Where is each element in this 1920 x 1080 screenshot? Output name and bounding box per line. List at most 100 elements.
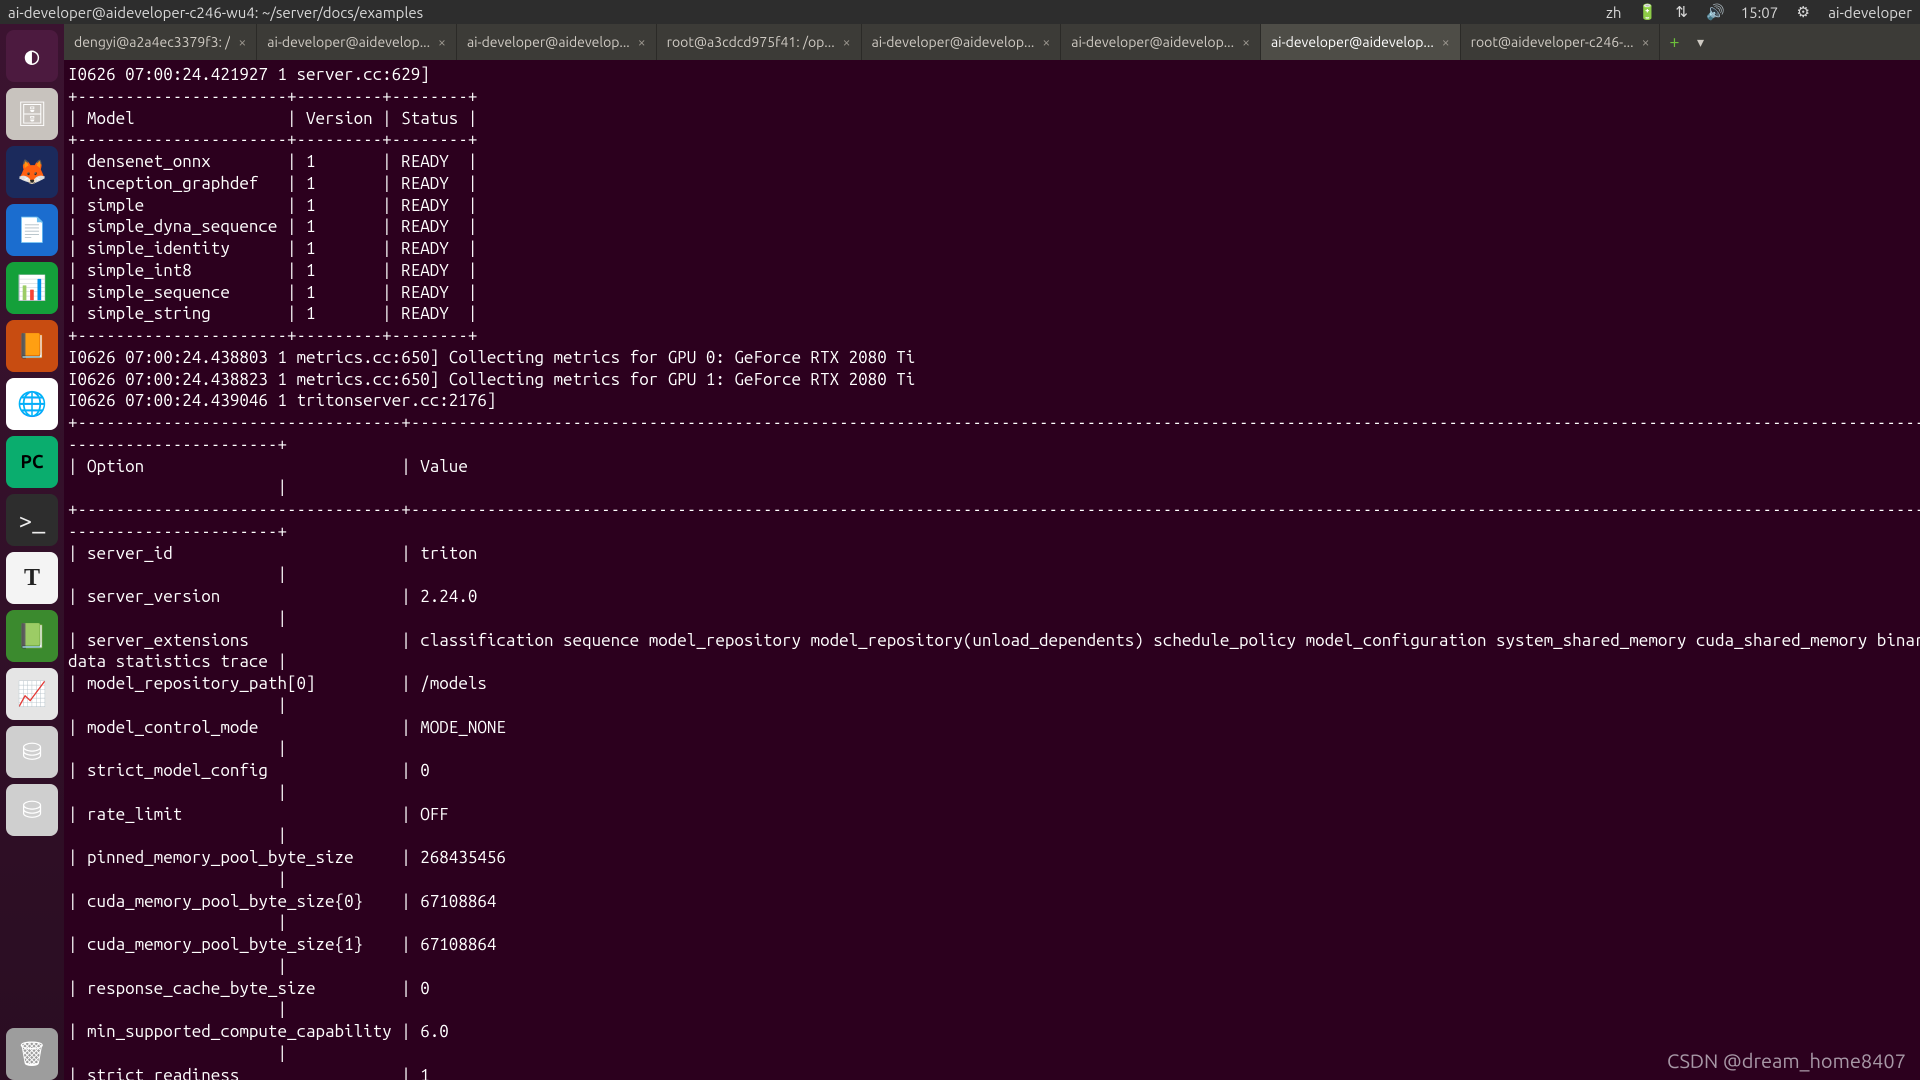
- terminal-line: | inception_graphdef | 1 | READY |: [68, 173, 1916, 195]
- terminal-line: | simple_string | 1 | READY |: [68, 303, 1916, 325]
- terminal-tab-label: ai-developer@aidevelop...: [872, 34, 1035, 50]
- close-icon[interactable]: ×: [638, 34, 646, 50]
- terminal-line: +----------------------------------+----…: [68, 499, 1916, 521]
- launcher-pycharm-icon[interactable]: PC: [6, 436, 58, 488]
- terminal-line: | server_extensions | classification seq…: [68, 630, 1916, 652]
- gear-icon[interactable]: ⚙: [1794, 3, 1812, 21]
- terminal-line: |: [68, 782, 1916, 804]
- launcher-firefox-icon[interactable]: 🦊: [6, 146, 58, 198]
- launcher-book-icon[interactable]: 📗: [6, 610, 58, 662]
- terminal-line: |: [68, 477, 1916, 499]
- terminal-line: |: [68, 912, 1916, 934]
- terminal-line: ----------------------+: [68, 521, 1916, 543]
- terminal-line: | min_supported_compute_capability | 6.0: [68, 1021, 1916, 1043]
- terminal-line: | pinned_memory_pool_byte_size | 2684354…: [68, 847, 1916, 869]
- terminal-line: I0626 07:00:24.438823 1 metrics.cc:650] …: [68, 369, 1916, 391]
- terminal-line: +----------------------+---------+------…: [68, 325, 1916, 347]
- launcher: ◐ 🗄 🦊 📄 📊 📙 🌐 PC >_ T 📗 📈 ⛁ ⛁ 🗑: [0, 24, 64, 1080]
- launcher-terminal-icon[interactable]: >_: [6, 494, 58, 546]
- terminal-line: |: [68, 956, 1916, 978]
- input-method-icon[interactable]: zh: [1605, 3, 1623, 21]
- launcher-writer-icon[interactable]: 📄: [6, 204, 58, 256]
- terminal-line: | server_version | 2.24.0: [68, 586, 1916, 608]
- launcher-disk2-icon[interactable]: ⛁: [6, 784, 58, 836]
- terminal-tab[interactable]: ai-developer@aidevelop... ×: [1061, 24, 1261, 60]
- terminal-line: |: [68, 825, 1916, 847]
- terminal-line: |: [68, 608, 1916, 630]
- terminal-line: I0626 07:00:24.438803 1 metrics.cc:650] …: [68, 347, 1916, 369]
- terminal-line: |: [68, 999, 1916, 1021]
- terminal-line: | model_repository_path[0] | /models: [68, 673, 1916, 695]
- close-icon[interactable]: ×: [1242, 34, 1250, 50]
- terminal-line: |: [68, 869, 1916, 891]
- top-menu-bar: ai-developer@aideveloper-c246-wu4: ~/ser…: [0, 0, 1920, 24]
- launcher-calc-icon[interactable]: 📊: [6, 262, 58, 314]
- terminal-tab[interactable]: root@a3cdcd975f41: /op... ×: [657, 24, 862, 60]
- terminal-line: | simple_int8 | 1 | READY |: [68, 260, 1916, 282]
- terminal-line: |: [68, 738, 1916, 760]
- launcher-graph-icon[interactable]: 📈: [6, 668, 58, 720]
- tab-menu-button[interactable]: ▾: [1688, 24, 1712, 60]
- terminal-tab-label: ai-developer@aidevelop...: [267, 34, 430, 50]
- terminal-tab-label: root@aideveloper-c246-...: [1471, 34, 1634, 50]
- terminal-line: ----------------------+: [68, 434, 1916, 456]
- window-title: ai-developer@aideveloper-c246-wu4: ~/ser…: [8, 4, 1605, 21]
- terminal-tab-label: dengyi@a2a4ec3379f3: /: [74, 34, 230, 50]
- terminal-line: | simple_identity | 1 | READY |: [68, 238, 1916, 260]
- new-tab-button[interactable]: +: [1660, 24, 1688, 60]
- launcher-files-icon[interactable]: 🗄: [6, 88, 58, 140]
- terminal-line: data statistics trace |: [68, 651, 1916, 673]
- close-icon[interactable]: ×: [438, 34, 446, 50]
- terminal-line: | strict_readiness | 1: [68, 1065, 1916, 1080]
- terminal-tab-bar: dengyi@a2a4ec3379f3: /×ai-developer@aide…: [64, 24, 1920, 60]
- system-tray: zh 🔋 ⇅ 🔊 15:07 ⚙ ai-developer: [1605, 3, 1912, 21]
- terminal-output[interactable]: I0626 07:00:24.421927 1 server.cc:629]+-…: [64, 60, 1920, 1080]
- terminal-tab-label: root@a3cdcd975f41: /op...: [667, 34, 835, 50]
- terminal-tab[interactable]: ai-developer@aidevelop... ×: [457, 24, 657, 60]
- terminal-tab[interactable]: ai-developer@aidevelop... ×: [257, 24, 457, 60]
- terminal-line: | simple_sequence | 1 | READY |: [68, 282, 1916, 304]
- launcher-dash-icon[interactable]: ◐: [6, 30, 58, 82]
- terminal-line: | strict_model_config | 0: [68, 760, 1916, 782]
- volume-icon[interactable]: 🔊: [1707, 3, 1725, 21]
- close-icon[interactable]: ×: [843, 34, 851, 50]
- launcher-text-icon[interactable]: T: [6, 552, 58, 604]
- terminal-tab[interactable]: dengyi@a2a4ec3379f3: / ×: [64, 24, 257, 60]
- terminal-line: | Model | Version | Status |: [68, 108, 1916, 130]
- session-user[interactable]: ai-developer: [1828, 4, 1912, 21]
- terminal-tab-label: ai-developer@aidevelop...: [1071, 34, 1234, 50]
- terminal-tab[interactable]: ai-developer@aidevelop... ×: [1261, 24, 1461, 60]
- close-icon[interactable]: ×: [238, 34, 246, 50]
- terminal-line: I0626 07:00:24.439046 1 tritonserver.cc:…: [68, 390, 1916, 412]
- terminal-window: dengyi@a2a4ec3379f3: /×ai-developer@aide…: [64, 24, 1920, 1080]
- terminal-line: |: [68, 1043, 1916, 1065]
- launcher-disk1-icon[interactable]: ⛁: [6, 726, 58, 778]
- terminal-line: | response_cache_byte_size | 0: [68, 978, 1916, 1000]
- launcher-trash-icon[interactable]: 🗑: [6, 1028, 58, 1080]
- terminal-line: I0626 07:00:24.421927 1 server.cc:629]: [68, 64, 1916, 86]
- terminal-tab[interactable]: root@aideveloper-c246-... ×: [1461, 24, 1661, 60]
- close-icon[interactable]: ×: [1442, 34, 1450, 50]
- terminal-line: | Option | Value: [68, 456, 1916, 478]
- terminal-line: +----------------------+---------+------…: [68, 86, 1916, 108]
- terminal-line: | model_control_mode | MODE_NONE: [68, 717, 1916, 739]
- terminal-line: | simple | 1 | READY |: [68, 195, 1916, 217]
- terminal-line: | cuda_memory_pool_byte_size{0} | 671088…: [68, 891, 1916, 913]
- terminal-line: +----------------------+---------+------…: [68, 129, 1916, 151]
- terminal-line: | densenet_onnx | 1 | READY |: [68, 151, 1916, 173]
- terminal-line: |: [68, 695, 1916, 717]
- terminal-tab[interactable]: ai-developer@aidevelop... ×: [862, 24, 1062, 60]
- close-icon[interactable]: ×: [1042, 34, 1050, 50]
- terminal-tab-label: ai-developer@aidevelop...: [1271, 34, 1434, 50]
- launcher-chrome-icon[interactable]: 🌐: [6, 378, 58, 430]
- terminal-line: | cuda_memory_pool_byte_size{1} | 671088…: [68, 934, 1916, 956]
- launcher-impress-icon[interactable]: 📙: [6, 320, 58, 372]
- terminal-line: | server_id | triton: [68, 543, 1916, 565]
- terminal-line: | simple_dyna_sequence | 1 | READY |: [68, 216, 1916, 238]
- terminal-tab-label: ai-developer@aidevelop...: [467, 34, 630, 50]
- terminal-line: +----------------------------------+----…: [68, 412, 1916, 434]
- battery-icon[interactable]: 🔋: [1639, 3, 1657, 21]
- clock[interactable]: 15:07: [1741, 4, 1779, 21]
- close-icon[interactable]: ×: [1642, 34, 1650, 50]
- network-icon[interactable]: ⇅: [1673, 3, 1691, 21]
